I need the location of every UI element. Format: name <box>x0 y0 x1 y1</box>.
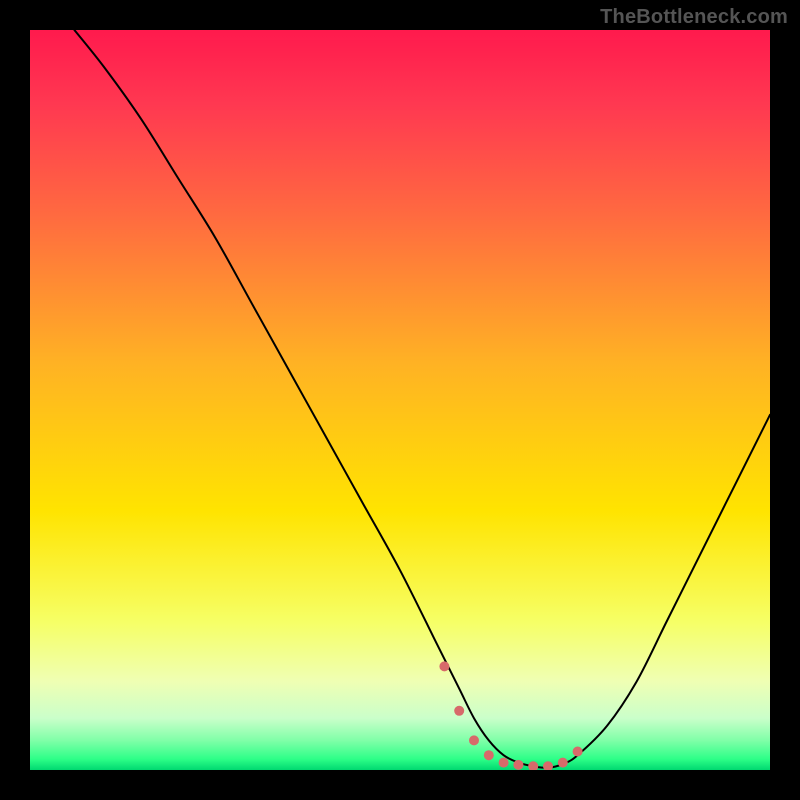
highlight-point <box>499 758 509 768</box>
chart-frame: TheBottleneck.com <box>0 0 800 800</box>
chart-svg <box>30 30 770 770</box>
highlight-point <box>469 735 479 745</box>
watermark-text: TheBottleneck.com <box>600 6 788 29</box>
highlight-point <box>484 750 494 760</box>
highlight-point <box>573 747 583 757</box>
highlight-point <box>454 706 464 716</box>
plot-area <box>30 30 770 770</box>
highlight-point <box>513 760 523 770</box>
gradient-background <box>30 30 770 770</box>
highlight-point <box>558 758 568 768</box>
highlight-point <box>439 661 449 671</box>
